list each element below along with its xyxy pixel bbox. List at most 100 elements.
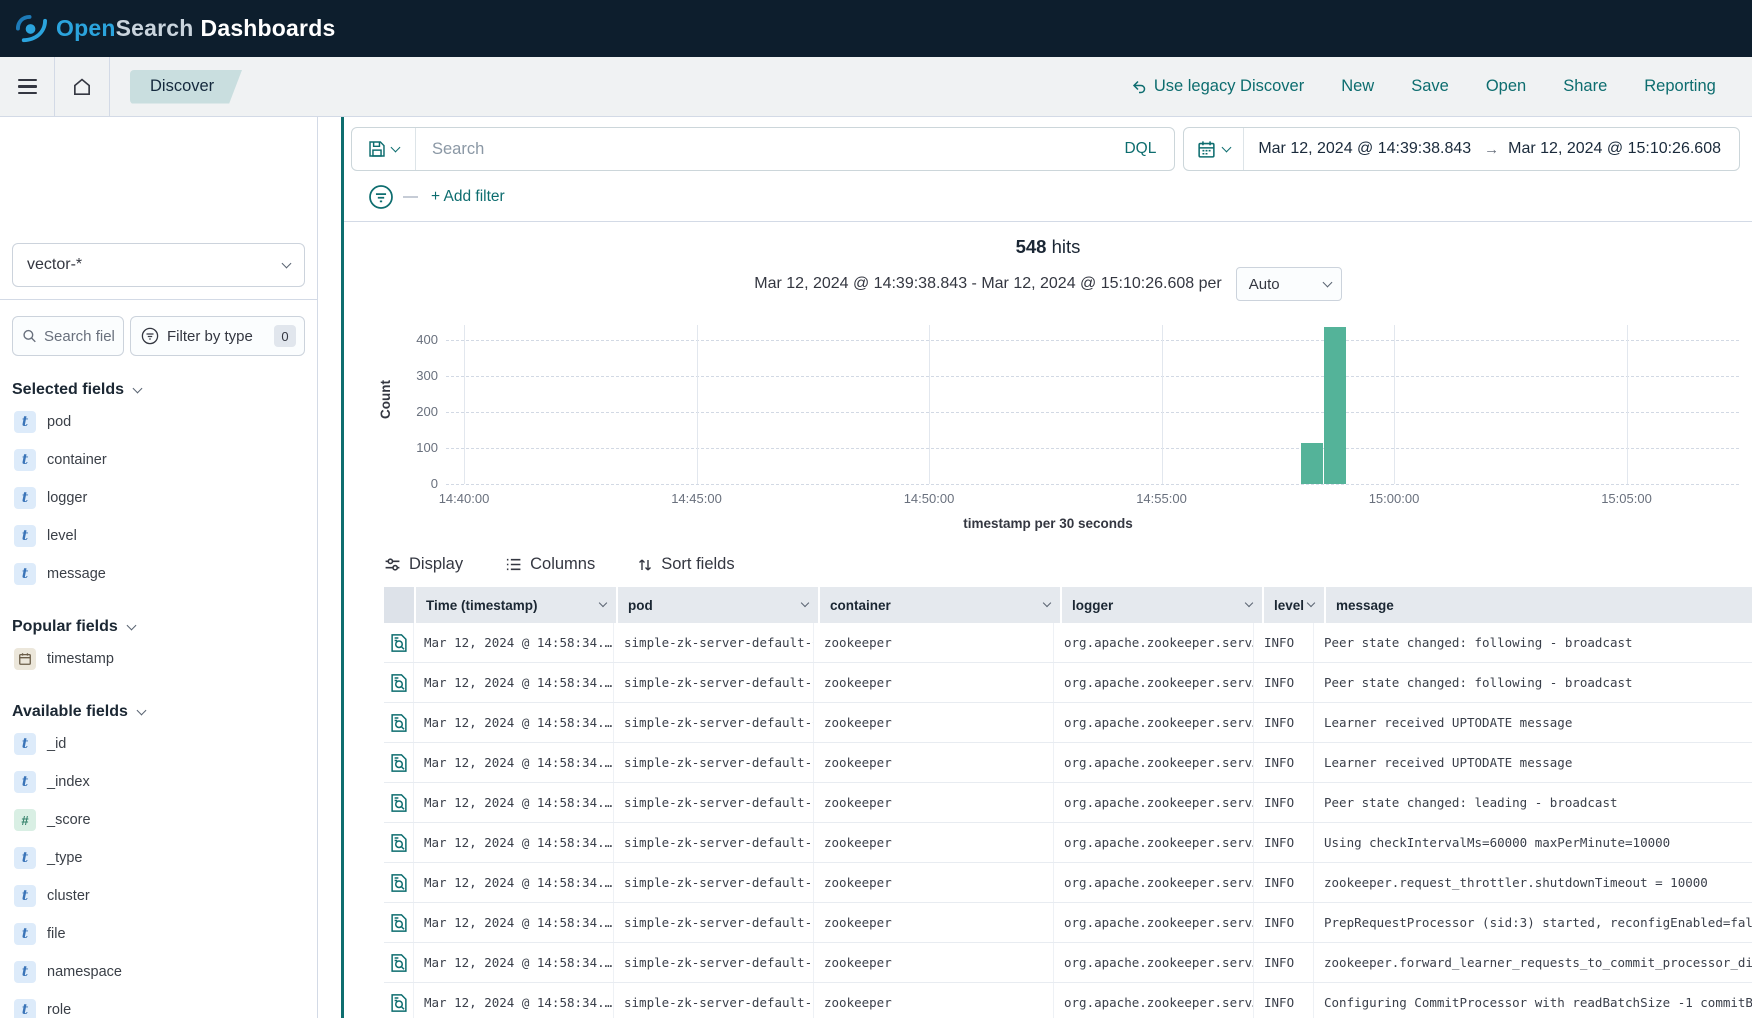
cell-level: INFO: [1254, 943, 1314, 982]
field-name: timestamp: [47, 651, 114, 667]
column-header-message[interactable]: message: [1326, 587, 1752, 623]
field-item-file[interactable]: tfile: [12, 915, 305, 953]
cell-pod: simple-zk-server-default-0: [614, 623, 814, 662]
column-header-logger[interactable]: logger: [1062, 587, 1262, 623]
nav-new[interactable]: New: [1341, 77, 1374, 96]
cell-message: Configuring CommitProcessor with readBat…: [1314, 983, 1752, 1018]
home-icon: [71, 76, 93, 98]
date-to[interactable]: Mar 12, 2024 @ 15:10:26.608: [1508, 140, 1725, 158]
menu-button[interactable]: [0, 57, 54, 116]
expand-row-button[interactable]: [384, 703, 414, 742]
search-icon: [22, 328, 37, 344]
field-search-input[interactable]: [44, 328, 114, 345]
field-item-namespace[interactable]: tnamespace: [12, 953, 305, 991]
hamburger-icon: [18, 75, 37, 99]
column-header-pod[interactable]: pod: [618, 587, 818, 623]
column-header-level[interactable]: level: [1264, 587, 1324, 623]
section-title-popular-fields[interactable]: Popular fields: [12, 618, 305, 636]
field-item-level[interactable]: tlevel: [12, 517, 305, 555]
column-header-container[interactable]: container: [820, 587, 1060, 623]
nav-share[interactable]: Share: [1563, 77, 1607, 96]
date-from[interactable]: Mar 12, 2024 @ 14:39:38.843: [1244, 140, 1475, 158]
filter-by-type-button[interactable]: Filter by type 0: [130, 316, 305, 356]
field-name: file: [47, 926, 66, 942]
cell-logger: org.apache.zookeeper.serv…: [1054, 663, 1254, 702]
cell-level: INFO: [1254, 623, 1314, 662]
filter-icon: [141, 327, 159, 345]
button-label: Sort fields: [661, 555, 734, 574]
field-search[interactable]: [12, 316, 124, 356]
histogram-chart[interactable]: 0100200300400Count: [344, 319, 1752, 484]
toolbar: Discover Use legacy Discover New Save Open S…: [0, 57, 1752, 117]
gridline-y-100: [446, 448, 1739, 449]
interval-select[interactable]: Auto: [1236, 267, 1342, 301]
display-button[interactable]: Display: [384, 555, 463, 574]
cell-message: Learner received UPTODATE message: [1314, 703, 1752, 742]
field-item-_index[interactable]: t _index: [12, 763, 305, 801]
field-item-message[interactable]: tmessage: [12, 555, 305, 593]
search-input[interactable]: [416, 140, 1106, 159]
chevron-down-icon: [282, 258, 292, 268]
expand-row-button[interactable]: [384, 863, 414, 902]
expand-row-button[interactable]: [384, 623, 414, 662]
field-item-container[interactable]: tcontainer: [12, 441, 305, 479]
filter-group-icon[interactable]: [368, 184, 394, 210]
section-title-selected-fields[interactable]: Selected fields: [12, 381, 305, 399]
section-title-available-fields[interactable]: Available fields: [12, 703, 305, 721]
field-item-_id[interactable]: t_id: [12, 725, 305, 763]
field-name: _type: [47, 850, 82, 866]
date-quick-select[interactable]: [1184, 128, 1244, 170]
number-type-icon: #: [14, 809, 36, 831]
histogram-x-axis: 14:40:0014:45:0014:50:0014:55:0015:00:00…: [344, 484, 1752, 508]
y-tick-label: 200: [396, 404, 438, 419]
field-item-_score[interactable]: # _score: [12, 801, 305, 839]
field-item-role[interactable]: trole: [12, 991, 305, 1018]
column-header-label: message: [1336, 598, 1394, 613]
cell-logger: org.apache.zookeeper.serv…: [1054, 903, 1254, 942]
expand-row-button[interactable]: [384, 943, 414, 982]
add-filter-link[interactable]: + Add filter: [431, 188, 505, 206]
chevron-down-icon: [1322, 277, 1332, 287]
cell-container: zookeeper: [814, 703, 1054, 742]
histogram-bar-14:58:30[interactable]: [1324, 327, 1346, 484]
breadcrumb[interactable]: Discover: [130, 70, 242, 104]
histogram-bar-14:58:00[interactable]: [1301, 443, 1323, 484]
expand-row-button[interactable]: [384, 663, 414, 702]
nav-use-legacy-discover[interactable]: Use legacy Discover: [1131, 77, 1304, 96]
expand-row-button[interactable]: [384, 743, 414, 782]
field-name: _index: [47, 774, 90, 790]
nav-save[interactable]: Save: [1411, 77, 1449, 96]
field-name: logger: [47, 490, 87, 506]
field-name: message: [47, 566, 106, 582]
columns-button[interactable]: Columns: [505, 555, 595, 574]
index-pattern-value: vector-*: [27, 256, 82, 274]
index-pattern-select[interactable]: vector-*: [12, 243, 305, 287]
column-header-time-timestamp-[interactable]: Time (timestamp): [416, 587, 616, 623]
field-item-cluster[interactable]: tcluster: [12, 877, 305, 915]
string-type-icon: t: [14, 771, 36, 793]
sidebar-resizer[interactable]: [318, 117, 344, 1018]
expand-row-button[interactable]: [384, 903, 414, 942]
expand-row-button[interactable]: [384, 983, 414, 1018]
field-item-_type[interactable]: t_type: [12, 839, 305, 877]
chevron-down-icon: [1222, 142, 1232, 152]
chevron-down-icon: [1043, 599, 1051, 607]
field-name: _score: [47, 812, 91, 828]
grid-toolbar: Display Columns Sort fields: [384, 555, 1752, 574]
cell-container: zookeeper: [814, 743, 1054, 782]
query-language-button[interactable]: DQL: [1106, 140, 1174, 158]
field-item-logger[interactable]: tlogger: [12, 479, 305, 517]
expand-row-button[interactable]: [384, 823, 414, 862]
home-button[interactable]: [55, 57, 109, 116]
sort-fields-button[interactable]: Sort fields: [637, 555, 734, 574]
saved-query-button[interactable]: [352, 128, 416, 170]
field-sections: Selected fieldstpodtcontainertloggertlev…: [12, 381, 305, 1018]
nav-open[interactable]: Open: [1486, 77, 1526, 96]
y-tick-label: 100: [396, 440, 438, 455]
date-picker: Mar 12, 2024 @ 14:39:38.843 → Mar 12, 20…: [1183, 127, 1740, 171]
expand-row-button[interactable]: [384, 783, 414, 822]
field-item-timestamp[interactable]: timestamp: [12, 640, 305, 678]
field-item-pod[interactable]: tpod: [12, 403, 305, 441]
header-control-cell: [384, 587, 414, 623]
nav-reporting[interactable]: Reporting: [1644, 77, 1716, 96]
